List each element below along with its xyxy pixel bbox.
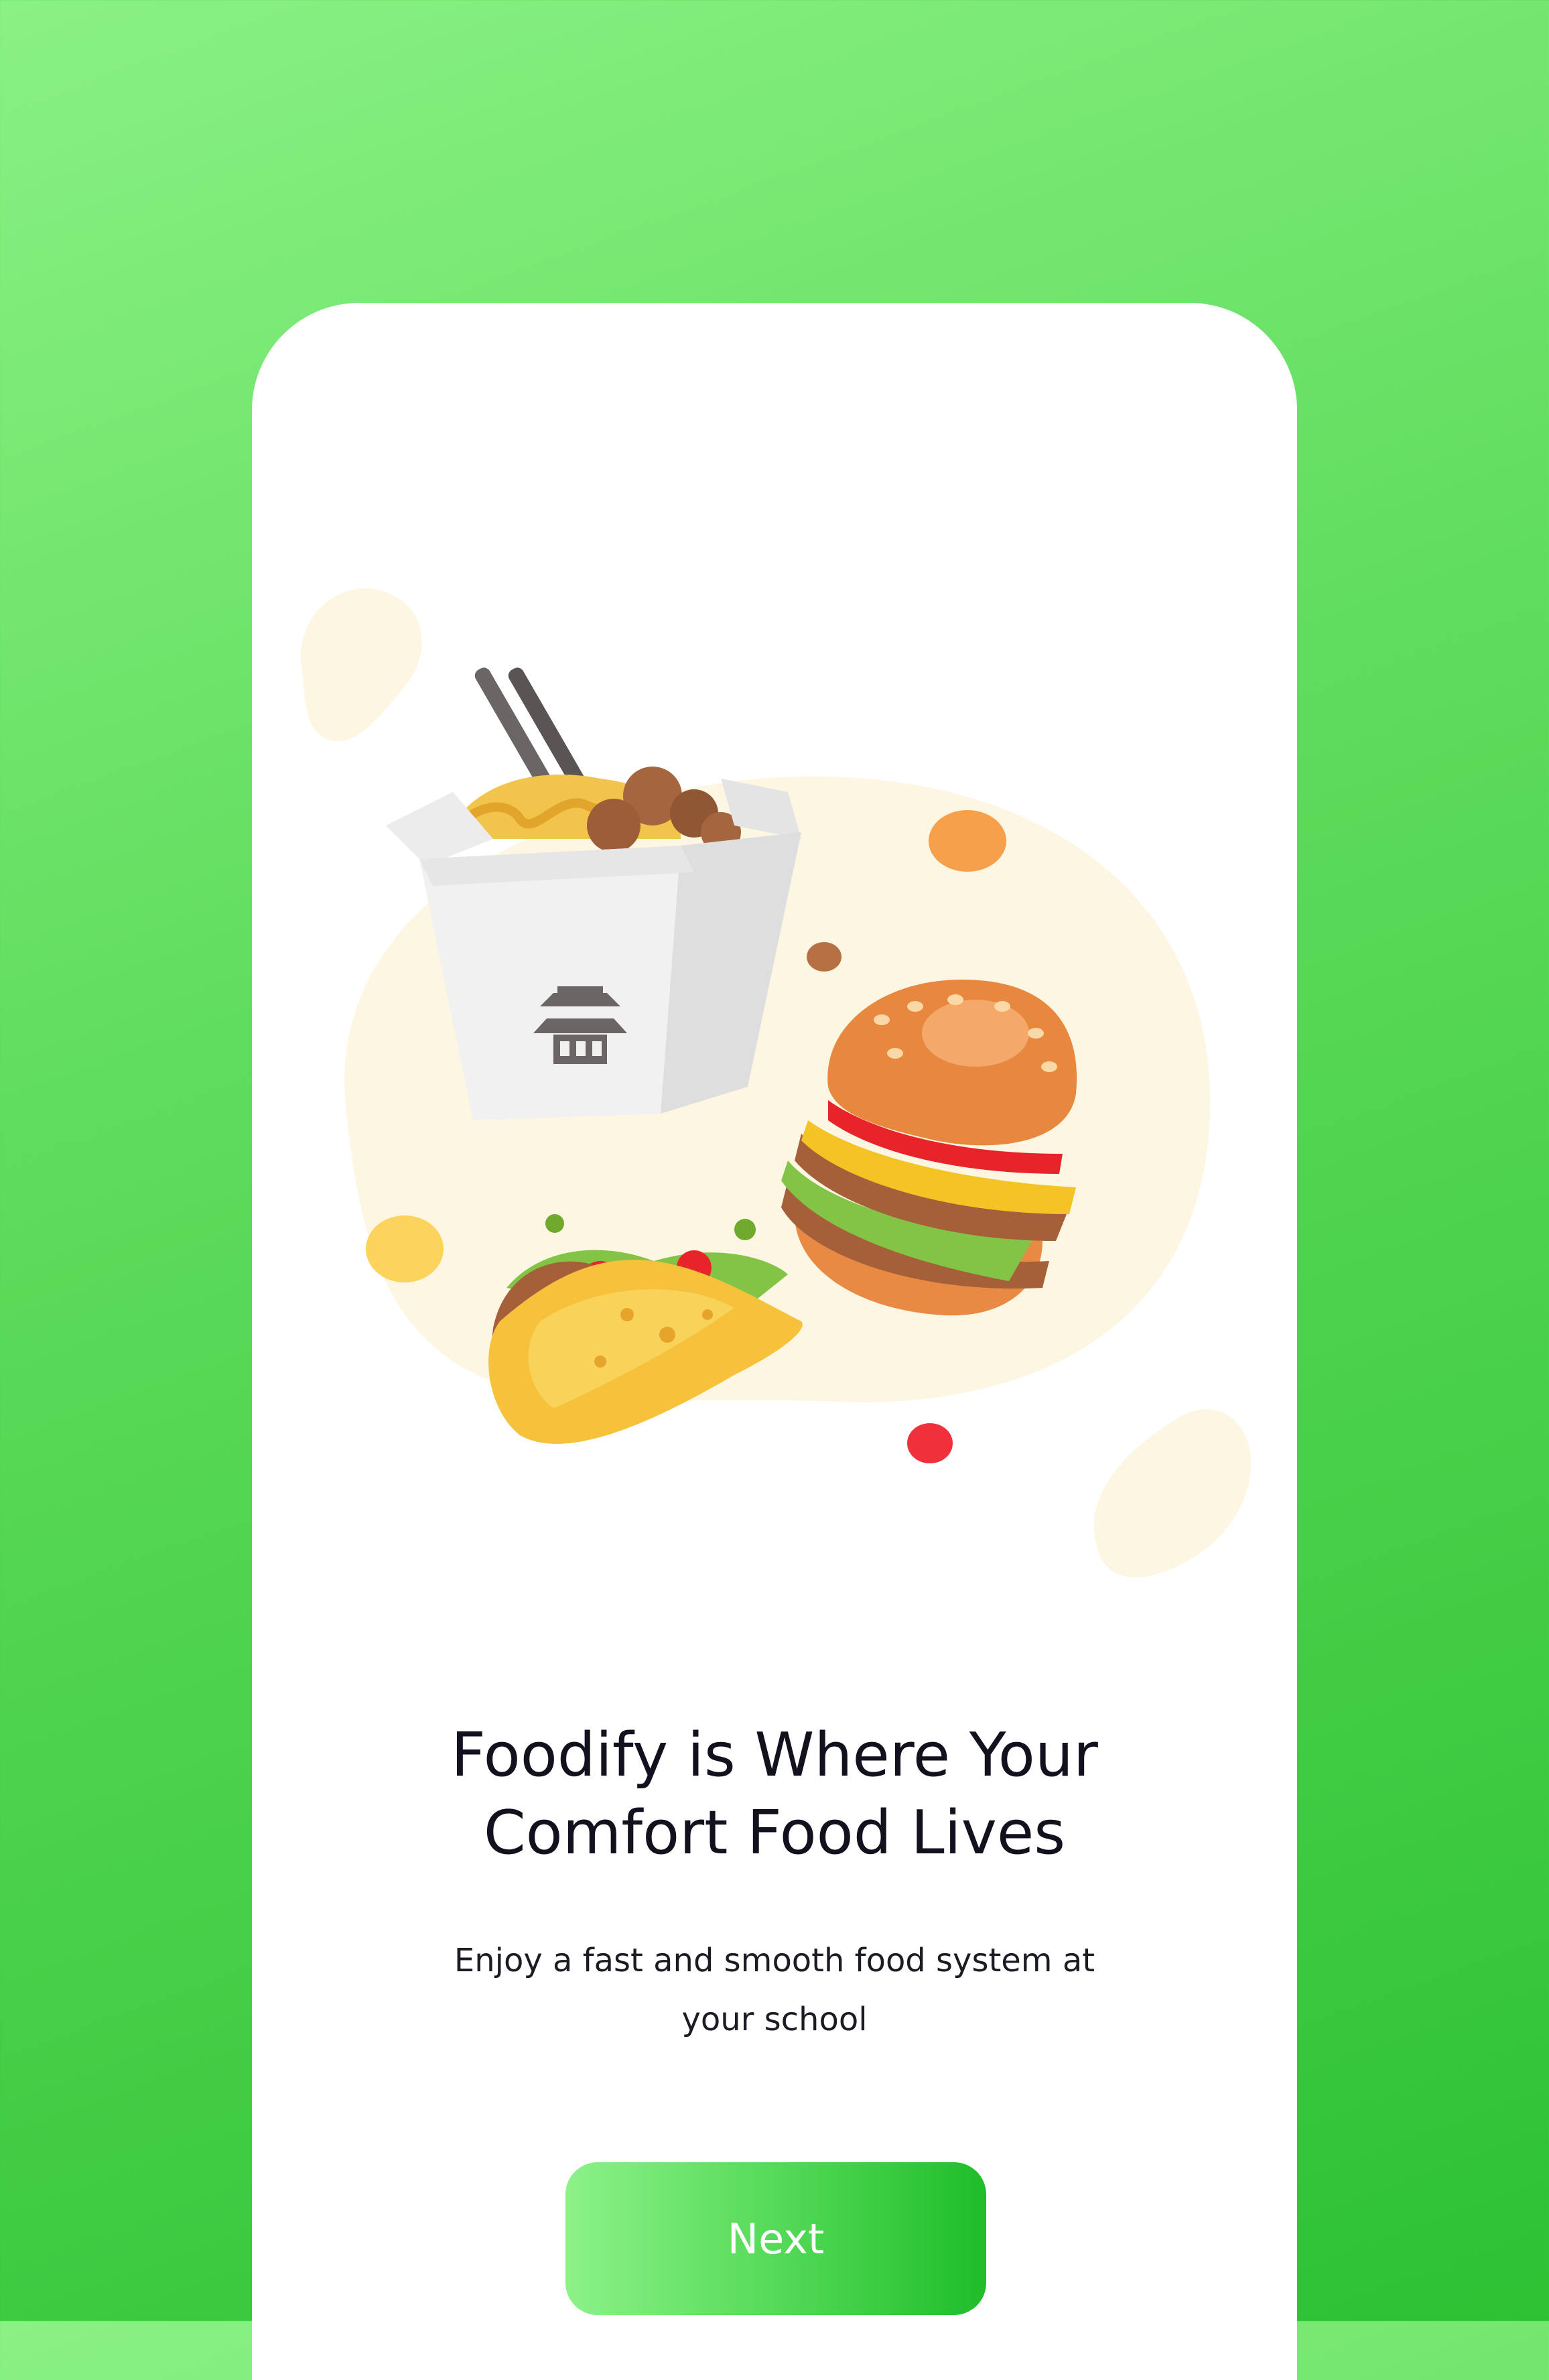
brown-crumb xyxy=(807,942,841,972)
food-illustration xyxy=(300,588,1252,1578)
small-blob-bottom-right xyxy=(1093,1409,1252,1578)
green-crumb xyxy=(545,1214,564,1233)
taco xyxy=(488,1250,803,1444)
onboarding-subtitle: Enjoy a fast and smooth food system at y… xyxy=(454,1942,1095,2038)
onboarding-title: Foodify is Where Your Comfort Food Lives xyxy=(252,1717,1297,1872)
onboarding-card: Foodify is Where Your Comfort Food Lives… xyxy=(252,303,1297,2380)
green-crumb xyxy=(734,1219,756,1240)
yellow-blob xyxy=(366,1215,444,1282)
title-line-1: Foodify is Where Your xyxy=(451,1720,1098,1790)
next-button[interactable]: Next xyxy=(565,2162,986,2315)
small-blob-top-left xyxy=(300,588,422,742)
orange-blob xyxy=(929,810,1006,872)
title-line-2: Comfort Food Lives xyxy=(483,1798,1066,1868)
red-blob xyxy=(907,1423,953,1463)
